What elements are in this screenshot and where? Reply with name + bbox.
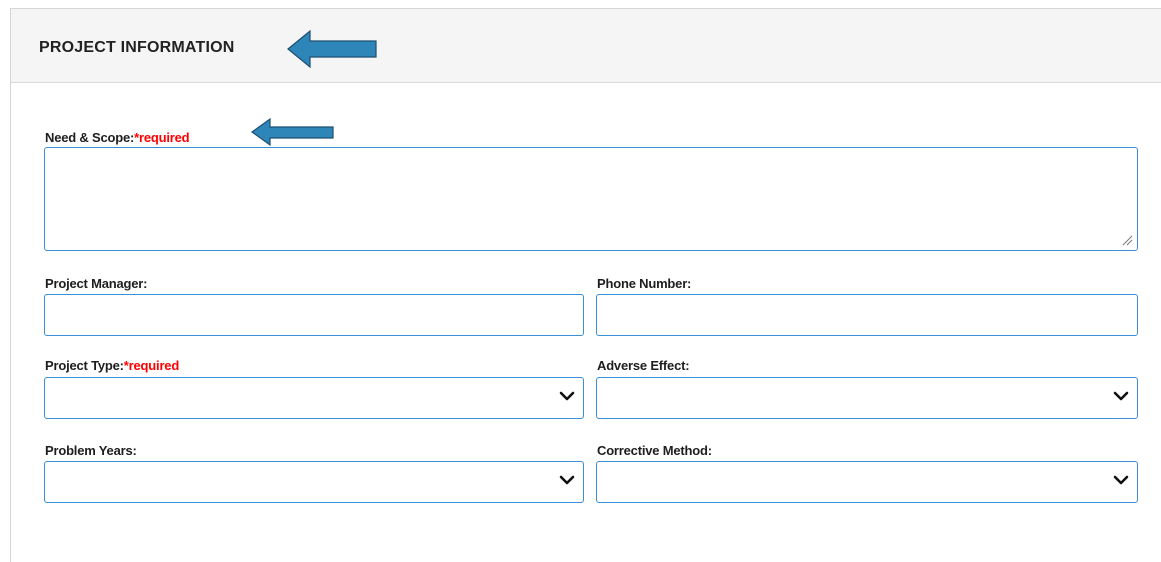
project-manager-input[interactable] [44,294,584,336]
phone-number-input[interactable] [596,294,1138,336]
chevron-down-icon [559,475,575,485]
arrow-left-icon [287,29,377,69]
chevron-down-icon [559,391,575,401]
need-scope-label: Need & Scope:*required [45,130,190,145]
adverse-effect-label: Adverse Effect: [597,358,690,373]
required-indicator: *required [123,358,180,373]
project-manager-label: Project Manager: [45,276,148,291]
phone-number-label: Phone Number: [597,276,692,291]
panel-header: PROJECT INFORMATION [11,9,1161,83]
chevron-down-icon [1113,391,1129,401]
required-indicator: *required [134,130,190,145]
project-type-label: Project Type:*required [45,358,180,373]
panel-title: PROJECT INFORMATION [39,39,235,56]
arrow-left-icon [250,117,334,147]
corrective-method-label: Corrective Method: [597,443,712,458]
chevron-down-icon [1113,475,1129,485]
adverse-effect-select[interactable] [596,377,1138,419]
project-type-select[interactable] [44,377,584,419]
problem-years-select[interactable] [44,461,584,503]
resize-grip-icon[interactable] [1121,234,1133,246]
problem-years-label: Problem Years: [45,443,137,458]
corrective-method-select[interactable] [596,461,1138,503]
need-scope-textarea[interactable] [44,147,1138,251]
